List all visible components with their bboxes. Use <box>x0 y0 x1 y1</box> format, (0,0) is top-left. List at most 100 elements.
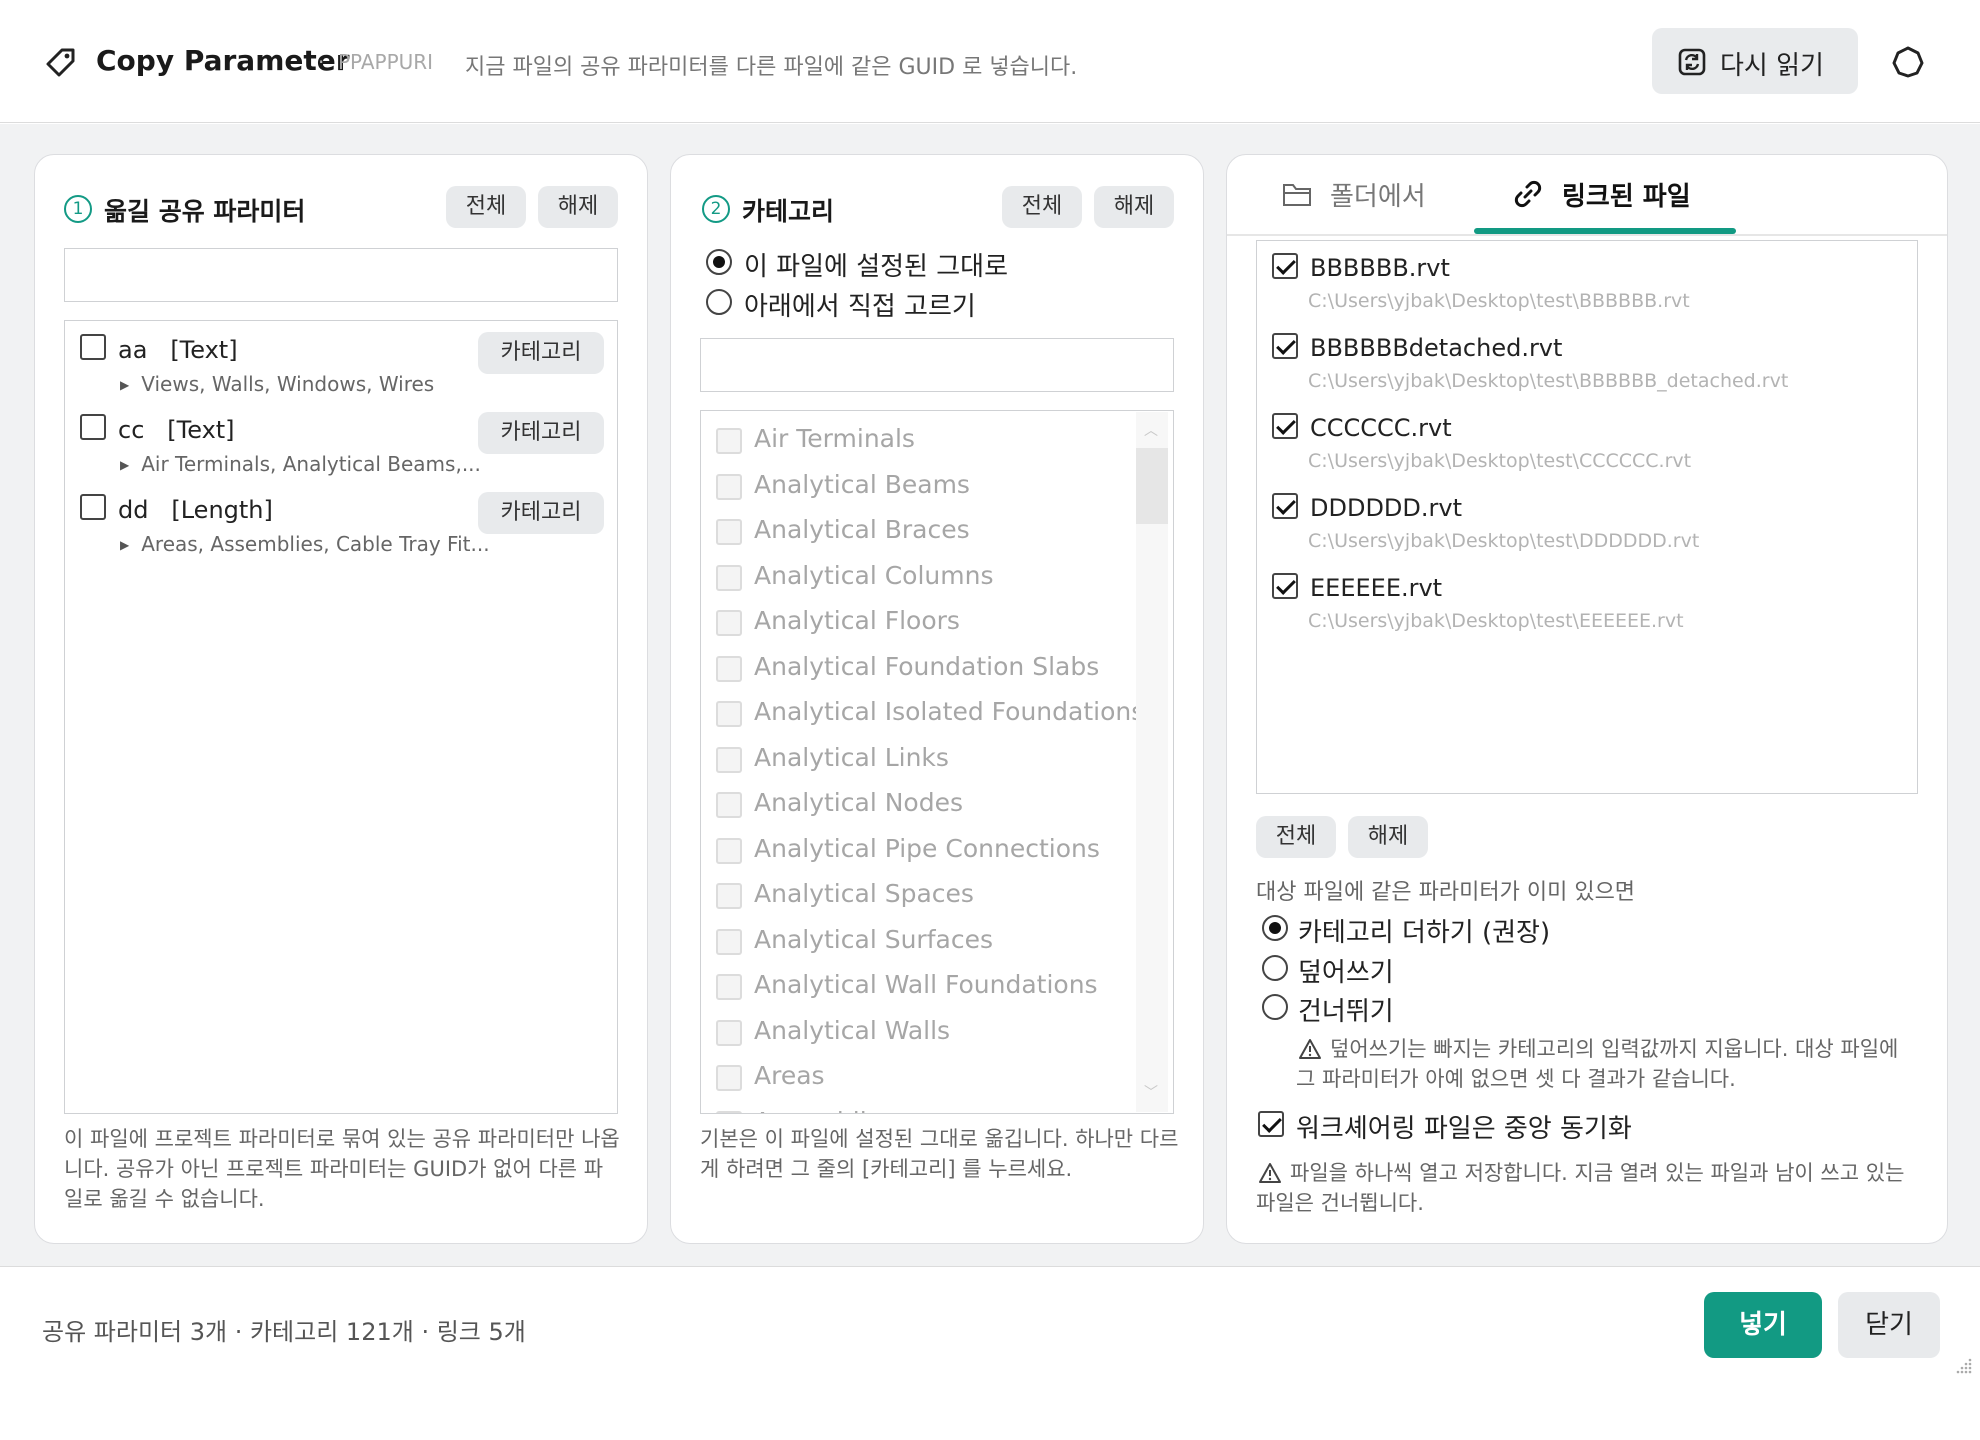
param-checkbox[interactable] <box>80 334 106 360</box>
params-search-input[interactable] <box>64 248 618 302</box>
category-label: Analytical Surfaces <box>754 924 993 954</box>
category-checkbox[interactable] <box>716 701 742 727</box>
insert-button[interactable]: 넣기 <box>1704 1292 1822 1358</box>
category-label: Analytical Wall Foundations <box>754 970 1098 999</box>
category-item[interactable]: Analytical Nodes <box>701 785 1131 825</box>
category-label: Analytical Links <box>754 742 949 772</box>
category-label: Analytical Braces <box>754 515 970 544</box>
params-select-all-button[interactable]: 전체 <box>446 186 526 228</box>
exists-label: 대상 파일에 같은 파라미터가 이미 있으면 <box>1256 880 1636 905</box>
file-name: DDDDDD.rvt <box>1310 494 1462 522</box>
category-checkbox[interactable] <box>716 564 742 591</box>
file-checkbox[interactable] <box>1272 573 1298 599</box>
sync-checkbox[interactable] <box>1258 1111 1284 1137</box>
category-item[interactable]: Assemblies <box>701 1104 1131 1114</box>
category-item[interactable]: Analytical Pipe Connections <box>701 831 1131 871</box>
category-item[interactable]: Analytical Braces <box>701 512 1131 552</box>
param-categories: ▶ Air Terminals, Analytical Beams,... <box>120 452 481 476</box>
scroll-up-icon[interactable]: ︿ <box>1144 420 1158 440</box>
file-path: C:\Users\yjbak\Desktop\test\BBBBBB.rvt <box>1308 290 1690 312</box>
reload-label: 다시 읽기 <box>1720 51 1824 81</box>
params-clear-button[interactable]: 해제 <box>538 186 618 228</box>
category-label: Areas <box>754 1061 825 1090</box>
close-button[interactable]: 닫기 <box>1838 1292 1940 1358</box>
option-skip-radio[interactable] <box>1262 994 1288 1020</box>
option-overwrite-radio[interactable] <box>1262 955 1288 981</box>
param-checkbox[interactable] <box>80 414 106 440</box>
category-checkbox[interactable] <box>716 837 742 864</box>
files-select-all-button[interactable]: 전체 <box>1256 816 1336 858</box>
param-name: aa [Text] <box>118 336 238 364</box>
app-description: 지금 파일의 공유 파라미터를 다른 파일에 같은 GUID 로 넣습니다. <box>465 55 1078 80</box>
category-search-input[interactable] <box>700 338 1174 392</box>
category-checkbox[interactable] <box>716 473 742 500</box>
tab-linked-files[interactable]: 링크된 파일 <box>1474 156 1736 236</box>
category-mode-same-label: 이 파일에 설정된 그대로 <box>744 252 1008 282</box>
param-category-button[interactable]: 카테고리 <box>478 492 604 534</box>
category-checkbox[interactable] <box>716 428 742 454</box>
category-item[interactable]: Analytical Columns <box>701 558 1131 598</box>
category-item[interactable]: Air Terminals <box>701 421 1131 461</box>
category-item[interactable]: Analytical Walls <box>701 1013 1131 1053</box>
option-overwrite-label: 덮어쓰기 <box>1298 958 1394 988</box>
category-item[interactable]: Analytical Floors <box>701 603 1131 643</box>
category-checkbox[interactable] <box>716 883 742 909</box>
category-item[interactable]: Analytical Isolated Foundations <box>701 694 1144 734</box>
theme-toggle-icon[interactable] <box>1890 44 1926 80</box>
category-clear-button[interactable]: 해제 <box>1094 186 1174 228</box>
param-categories: ▶ Views, Walls, Windows, Wires <box>120 372 435 396</box>
param-name: cc [Text] <box>118 416 235 444</box>
app-title: Copy Parameter <box>96 44 350 77</box>
category-checkbox[interactable] <box>716 792 742 818</box>
file-checkbox[interactable] <box>1272 253 1298 279</box>
resize-grip-icon[interactable] <box>1952 1356 1972 1376</box>
category-checkbox[interactable] <box>716 655 742 682</box>
param-checkbox[interactable] <box>80 494 106 520</box>
category-checkbox[interactable] <box>716 746 742 773</box>
category-checkbox[interactable] <box>716 1065 742 1091</box>
expand-triangle-icon: ▶ <box>120 378 130 392</box>
footer-bar <box>0 1266 1980 1440</box>
active-tab-indicator <box>1474 228 1736 234</box>
category-item[interactable]: Analytical Foundation Slabs <box>701 649 1131 689</box>
category-mode-same-radio[interactable] <box>706 249 732 275</box>
category-checkbox[interactable] <box>716 1019 742 1046</box>
sync-label: 워크셰어링 파일은 중앙 동기화 <box>1296 1114 1632 1144</box>
category-mode-pick-label: 아래에서 직접 고르기 <box>744 292 976 322</box>
category-checkbox[interactable] <box>716 974 742 1000</box>
category-checkbox[interactable] <box>716 610 742 636</box>
category-scrollbar-thumb[interactable] <box>1136 448 1168 524</box>
option-add-radio[interactable] <box>1262 915 1288 941</box>
category-item[interactable]: Analytical Surfaces <box>701 922 1131 962</box>
reload-button[interactable]: 다시 읽기 <box>1652 28 1858 94</box>
tag-icon <box>46 48 75 77</box>
category-label: Assemblies <box>754 1107 895 1114</box>
param-category-button[interactable]: 카테고리 <box>478 412 604 454</box>
category-label: Analytical Walls <box>754 1015 951 1045</box>
tab-folder[interactable]: 폴더에서 <box>1228 156 1472 236</box>
category-label: Analytical Nodes <box>754 788 963 817</box>
category-item[interactable]: Analytical Links <box>701 740 1131 780</box>
category-label: Analytical Pipe Connections <box>754 833 1100 863</box>
refresh-icon <box>1678 48 1706 76</box>
expand-triangle-icon: ▶ <box>120 458 130 472</box>
category-item[interactable]: Analytical Spaces <box>701 876 1131 916</box>
step-number-1: 1 <box>64 195 92 223</box>
title-separator: · <box>318 50 325 74</box>
category-checkbox[interactable] <box>716 519 742 545</box>
param-category-button[interactable]: 카테고리 <box>478 332 604 374</box>
category-mode-pick-radio[interactable] <box>706 289 732 315</box>
category-checkbox[interactable] <box>716 928 742 955</box>
category-item[interactable]: Areas <box>701 1058 1131 1098</box>
category-item[interactable]: Analytical Wall Foundations <box>701 967 1131 1007</box>
category-checkbox[interactable] <box>716 1110 742 1113</box>
category-item[interactable]: Analytical Beams <box>701 467 1131 507</box>
scroll-down-icon[interactable]: ﹀ <box>1144 1082 1158 1102</box>
file-checkbox[interactable] <box>1272 333 1298 359</box>
files-clear-button[interactable]: 해제 <box>1348 816 1428 858</box>
file-checkbox[interactable] <box>1272 493 1298 519</box>
file-checkbox[interactable] <box>1272 413 1298 439</box>
file-path: C:\Users\yjbak\Desktop\test\BBBBBB_detac… <box>1308 370 1789 392</box>
category-select-all-button[interactable]: 전체 <box>1002 186 1082 228</box>
expand-triangle-icon: ▶ <box>120 538 130 552</box>
